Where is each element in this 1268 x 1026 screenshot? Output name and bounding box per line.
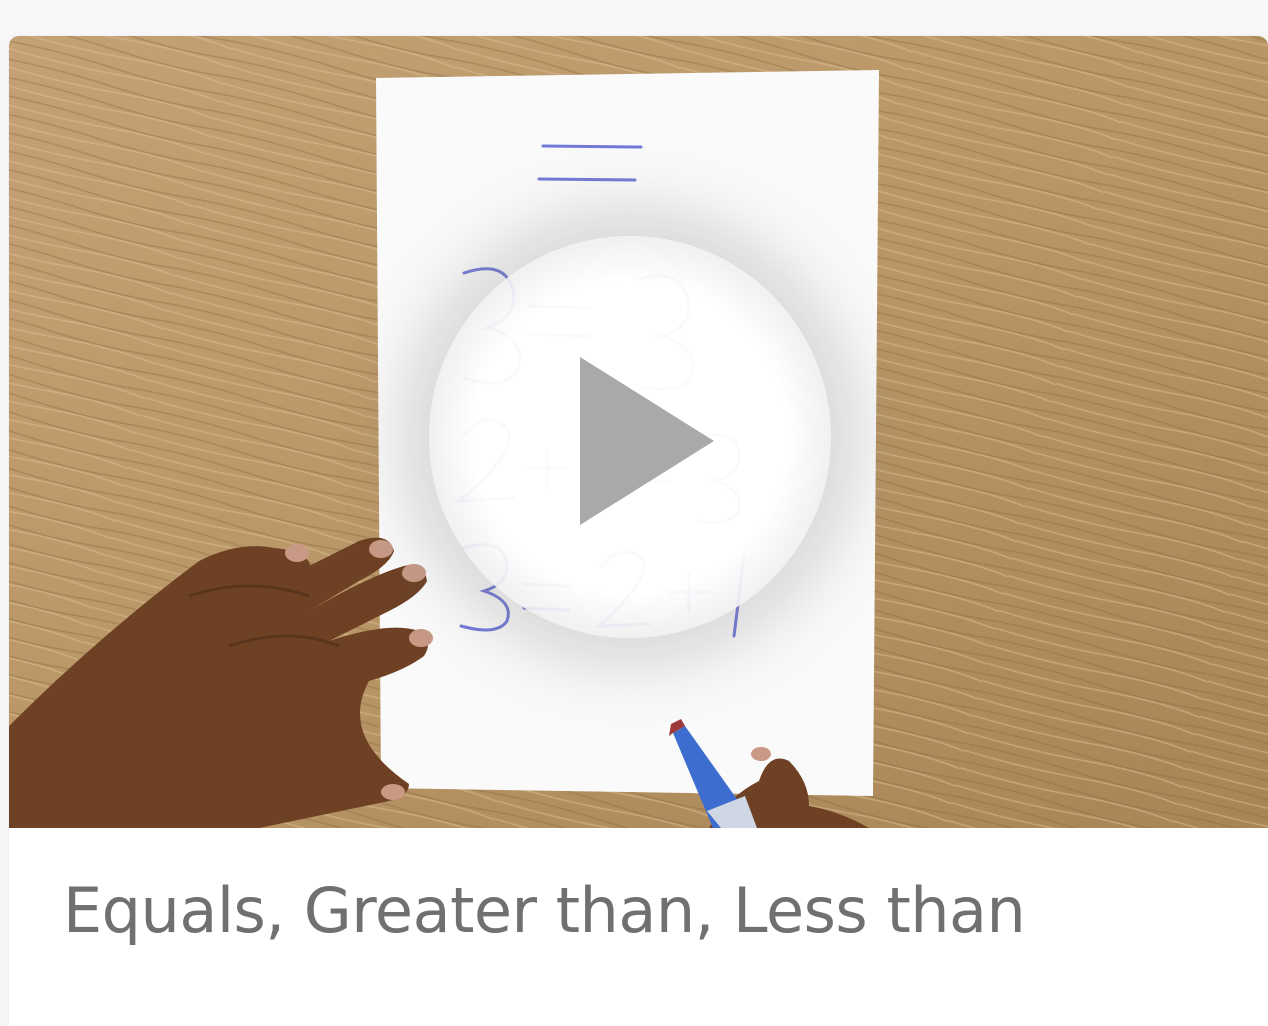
play-icon <box>580 357 714 525</box>
play-button[interactable] <box>429 236 831 638</box>
video-card[interactable]: Equals, Greater than, Less than <box>9 36 1268 1026</box>
video-title[interactable]: Equals, Greater than, Less than <box>63 874 1026 947</box>
video-thumbnail[interactable] <box>9 36 1268 828</box>
